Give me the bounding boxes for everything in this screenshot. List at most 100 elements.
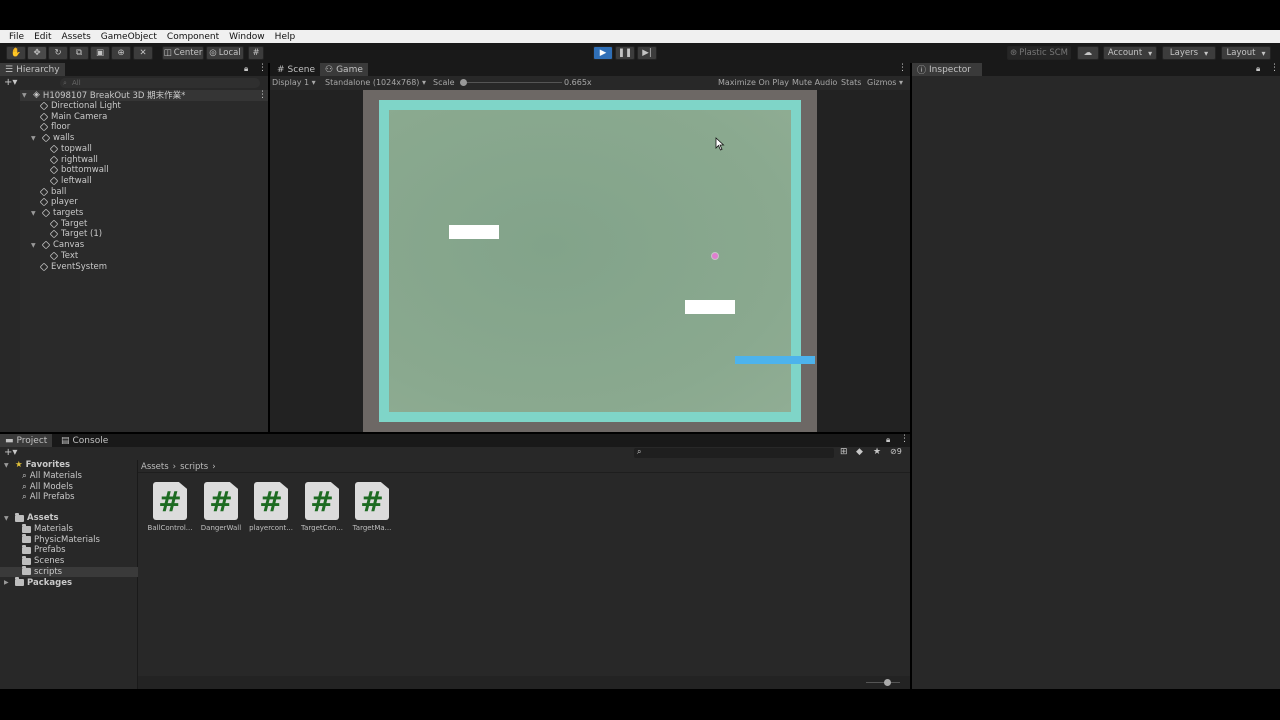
tab-scene[interactable]: # Scene (272, 63, 320, 76)
plastic-scm-button[interactable]: ⊛ Plastic SCM (1007, 46, 1071, 60)
custom-tool-button[interactable]: ✕ (133, 46, 153, 60)
rotate-tool-button[interactable]: ↻ (48, 46, 68, 60)
add-icon[interactable]: +▾ (4, 77, 17, 88)
script-file-icon[interactable]: # (254, 482, 288, 520)
breadcrumb-assets[interactable]: Assets (141, 462, 169, 472)
scale-tool-button[interactable]: ⧉ (69, 46, 89, 60)
grid-snap-button[interactable]: # (248, 46, 264, 60)
folder-scenes[interactable]: Scenes (22, 555, 64, 567)
tree-item-ball[interactable]: ball (39, 186, 66, 197)
favorite-star-icon[interactable]: ★ (873, 447, 881, 457)
filter-label-icon[interactable]: ◆ (856, 447, 863, 457)
folder-scripts[interactable]: scripts (22, 566, 62, 578)
more-icon[interactable]: ⋮ (258, 63, 267, 73)
scale-slider-handle[interactable] (460, 79, 467, 86)
tree-item-targets[interactable]: ▼ targets (31, 208, 83, 219)
fav-all-models[interactable]: ⌕ All Models (22, 481, 73, 492)
game-viewport[interactable] (363, 90, 817, 432)
move-tool-button[interactable]: ✥ (27, 46, 47, 60)
menu-assets[interactable]: Assets (57, 32, 96, 42)
hidden-packages-toggle[interactable]: ⊘9 (890, 447, 902, 456)
tree-item-rightwall[interactable]: rightwall (49, 154, 98, 165)
folder-label: Materials (34, 524, 73, 535)
cloud-button[interactable]: ☁ (1077, 46, 1099, 60)
icon-size-slider-handle[interactable] (884, 679, 891, 686)
tab-hierarchy[interactable]: ☰ Hierarchy (0, 63, 65, 76)
script-file-icon[interactable]: # (204, 482, 238, 520)
scale-slider[interactable] (460, 79, 562, 86)
tree-item-bottomwall[interactable]: bottomwall (49, 165, 109, 176)
folder-icon (22, 555, 31, 565)
pivot-local-button[interactable]: ◎ Local (206, 46, 244, 60)
view-more-icon[interactable]: ⋮ (898, 63, 907, 73)
tab-inspector[interactable]: ⓘ Inspector (912, 63, 982, 76)
menu-file[interactable]: File (4, 32, 29, 42)
tree-item-topwall[interactable]: topwall (49, 144, 92, 155)
tree-item-main-camera[interactable]: Main Camera (39, 111, 107, 122)
breadcrumb-scripts[interactable]: scripts (180, 462, 208, 472)
project-lock-icon[interactable]: 🔒︎ (886, 435, 890, 445)
tree-item-eventsystem[interactable]: EventSystem (39, 261, 107, 272)
folder-icon (15, 512, 24, 522)
account-dropdown[interactable]: Account (1103, 46, 1157, 60)
layout-dropdown[interactable]: Layout (1221, 46, 1271, 60)
filter-type-icon[interactable]: ⊞ (840, 447, 848, 457)
packages-folder[interactable]: ▶ Packages (4, 577, 72, 588)
lock-icon[interactable]: 🔒︎ (244, 64, 248, 74)
gizmos-dropdown[interactable]: Gizmos ▾ (867, 78, 903, 87)
tree-item-text[interactable]: Text (49, 251, 78, 262)
tree-item-target-1[interactable]: Target (1) (49, 229, 102, 240)
fav-all-materials[interactable]: ⌕ All Materials (22, 471, 82, 482)
display-dropdown[interactable]: Display 1 ▾ (272, 78, 316, 87)
inspector-lock-icon[interactable]: 🔒︎ (1256, 64, 1260, 74)
scene-more-icon[interactable]: ⋮ (258, 90, 267, 100)
script-file-icon[interactable]: # (153, 482, 187, 520)
tree-item-leftwall[interactable]: leftwall (49, 176, 92, 187)
tree-item-target[interactable]: Target (49, 218, 87, 229)
tree-item-floor[interactable]: floor (39, 122, 70, 133)
tab-project[interactable]: ▬ Project (0, 434, 53, 447)
script-file-icon[interactable]: # (305, 482, 339, 520)
stats-toggle[interactable]: Stats (841, 78, 861, 87)
script-label: BallControl... (147, 524, 193, 532)
mute-audio-toggle[interactable]: Mute Audio (792, 78, 837, 87)
tree-item-walls[interactable]: ▼ walls (31, 133, 74, 144)
step-button[interactable]: ▶| (637, 46, 657, 60)
tab-game[interactable]: ⚇ Game (320, 63, 368, 76)
project-search-input[interactable]: ⌕ (634, 447, 834, 458)
tree-item-player[interactable]: player (39, 197, 78, 208)
menu-gameobject[interactable]: GameObject (96, 32, 162, 42)
hierarchy-icon: ☰ (5, 64, 14, 75)
scene-root[interactable]: ▼ ◈ H1098107 BreakOut 3D 期末作業* (22, 90, 185, 101)
tree-item-canvas[interactable]: ▼ Canvas (31, 240, 84, 251)
assets-folder[interactable]: ▼ Assets (4, 512, 59, 524)
maximize-on-play-toggle[interactable]: Maximize On Play (718, 78, 789, 87)
resolution-dropdown[interactable]: Standalone (1024x768) ▾ (325, 78, 426, 87)
play-button[interactable]: ▶ (593, 46, 613, 60)
layers-dropdown[interactable]: Layers (1162, 46, 1216, 60)
transform-tool-button[interactable]: ⊕ (111, 46, 131, 60)
folder-materials[interactable]: Materials (22, 523, 73, 535)
fav-all-prefabs[interactable]: ⌕ All Prefabs (22, 492, 75, 503)
pause-button[interactable]: ❚❚ (615, 46, 635, 60)
inspector-more-icon[interactable]: ⋮ (1270, 63, 1279, 73)
project-more-icon[interactable]: ⋮ (900, 434, 909, 444)
favorites-folder[interactable]: ▼ ★ Favorites (4, 460, 70, 471)
folder-physicmaterials[interactable]: PhysicMaterials (22, 534, 100, 545)
menu-window[interactable]: Window (224, 32, 270, 42)
menu-component[interactable]: Component (162, 32, 224, 42)
menu-edit[interactable]: Edit (29, 32, 56, 42)
script-file-icon[interactable]: # (355, 482, 389, 520)
project-add-icon[interactable]: +▾ (4, 447, 17, 458)
tree-label: targets (53, 208, 84, 219)
tab-console[interactable]: ▤ Console (56, 434, 113, 447)
tree-item-directional-light[interactable]: Directional Light (39, 101, 121, 112)
folder-prefabs[interactable]: Prefabs (22, 544, 66, 556)
hand-tool-button[interactable]: ✋ (6, 46, 26, 60)
pivot-center-button[interactable]: ◫ Center (162, 46, 204, 60)
menu-bar: File Edit Assets GameObject Component Wi… (0, 30, 1280, 43)
rect-tool-button[interactable]: ▣ (90, 46, 110, 60)
icon-size-slider[interactable] (866, 679, 900, 686)
menu-help[interactable]: Help (270, 32, 301, 42)
hierarchy-search-input[interactable]: ⌕ All (60, 78, 260, 88)
